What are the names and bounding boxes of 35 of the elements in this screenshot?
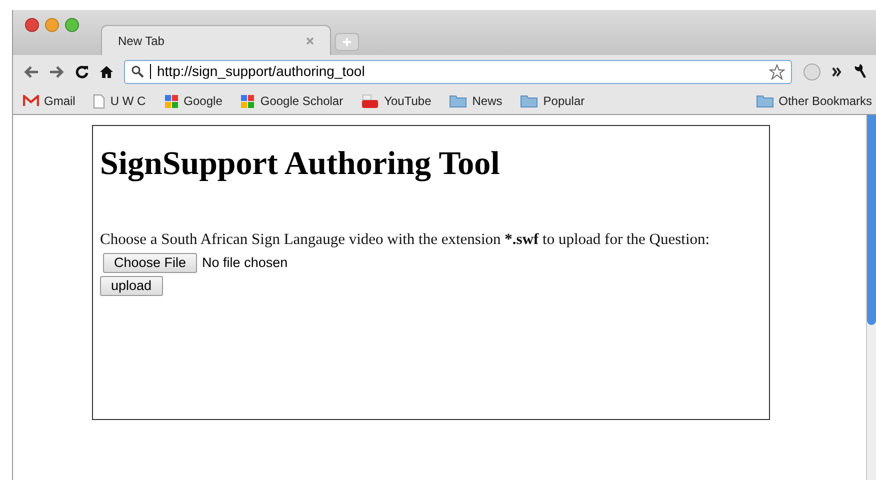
bookmark-item[interactable]: Google	[164, 92, 222, 110]
search-icon	[131, 65, 144, 78]
wrench-icon[interactable]	[852, 64, 866, 80]
reload-icon[interactable]	[75, 64, 89, 78]
file-status: No file chosen	[202, 254, 288, 272]
folder-icon	[520, 94, 538, 108]
close-window-icon[interactable]	[25, 18, 39, 32]
browser-tab[interactable]: New Tab	[101, 25, 331, 55]
address-bar[interactable]: http://sign_support/authoring_tool	[124, 60, 792, 84]
bookmark-item[interactable]: Google Scholar	[240, 92, 344, 110]
bookmark-item[interactable]: YouTube	[361, 92, 432, 110]
bookmark-item[interactable]: News	[449, 92, 502, 110]
forward-icon[interactable]	[49, 64, 65, 78]
mail-icon	[23, 95, 39, 107]
folder-icon	[756, 94, 774, 108]
bookmark-item[interactable]: Gmail	[23, 92, 76, 110]
video-icon	[361, 94, 380, 108]
puzzle-icon	[164, 94, 179, 108]
folder-icon	[449, 94, 468, 108]
zoom-window-icon[interactable]	[65, 18, 79, 32]
bookmark-item[interactable]: U W C	[93, 92, 146, 110]
choose-file-button[interactable]: Choose File	[103, 253, 198, 274]
upload-button[interactable]: upload	[100, 276, 163, 296]
page-icon	[93, 94, 106, 108]
url-text: http://sign_support/authoring_tool	[157, 62, 366, 81]
puzzle-icon	[240, 94, 256, 108]
chevron-icon[interactable]	[832, 66, 842, 76]
plus-icon	[342, 37, 352, 47]
instruction-text: Choose a South African Sign Langauge video with the extension *.swf to upload for the Question:	[100, 230, 711, 250]
page-heading: SignSupport Authoring Tool	[100, 145, 500, 184]
bookmark-item[interactable]: Other Bookmarks	[756, 92, 872, 110]
bookmark-item[interactable]: Popular	[520, 92, 585, 110]
home-icon[interactable]	[99, 64, 114, 78]
back-icon[interactable]	[23, 64, 39, 78]
star-icon[interactable]	[769, 64, 785, 80]
